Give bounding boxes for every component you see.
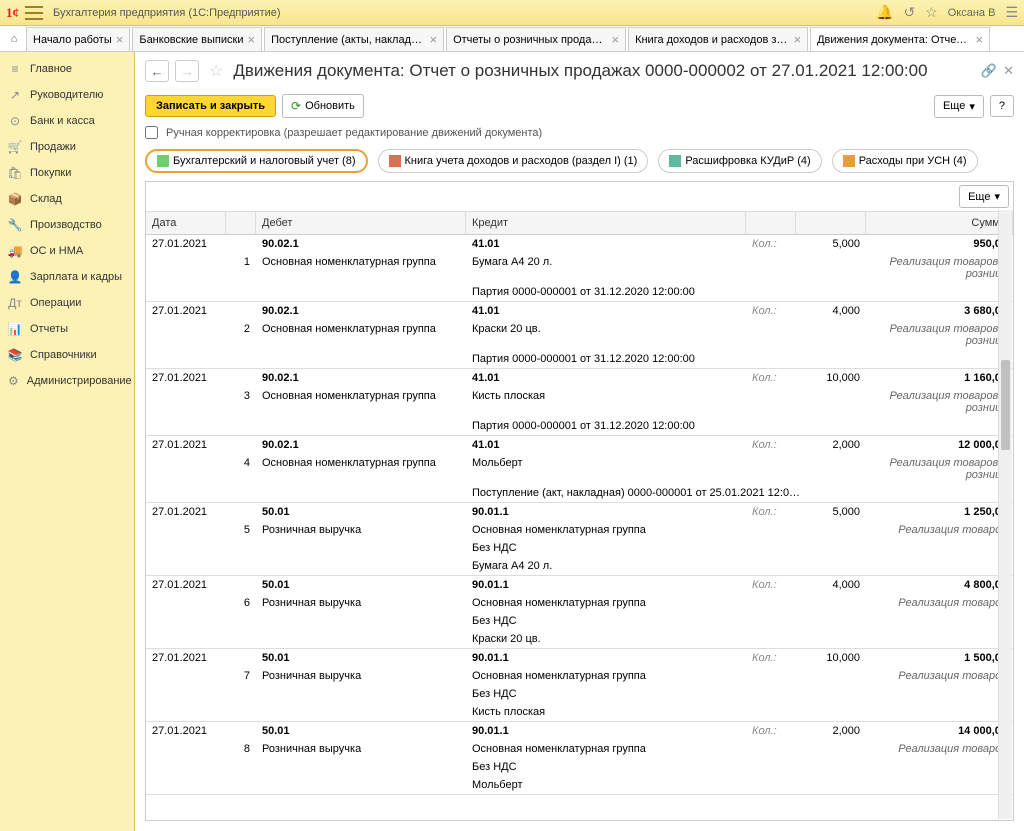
link-icon[interactable]: 🔗 (981, 63, 997, 79)
sidebar-item[interactable]: 👤Зарплата и кадры (0, 264, 134, 290)
sidebar-item[interactable]: 📦Склад (0, 186, 134, 212)
sidebar-item[interactable]: 📚Справочники (0, 342, 134, 368)
subtab[interactable]: Бухгалтерский и налоговый учет (8) (145, 149, 368, 173)
manual-edit-checkbox[interactable] (145, 126, 158, 139)
page-title: Движения документа: Отчет о розничных пр… (233, 61, 927, 81)
nav-icon: 🛍 (8, 166, 22, 180)
subtab-icon (669, 155, 681, 167)
content-area: ← → ☆ Движения документа: Отчет о рознич… (135, 52, 1024, 831)
nav-icon: 📦 (8, 192, 22, 206)
logo-1c: 1¢ (6, 5, 19, 21)
table-row[interactable]: 27.01.2021 50.01 90.01.1 Кол.: 5,000 1 2… (146, 503, 1013, 576)
more-button[interactable]: Еще ▾ (934, 95, 984, 118)
nav-icon: 🛒 (8, 140, 22, 154)
subtab[interactable]: Расшифровка КУДиР (4) (658, 149, 821, 173)
tab-close-icon[interactable]: × (975, 32, 983, 47)
sidebar-item[interactable]: 🛒Продажи (0, 134, 134, 160)
nav-icon: 🔧 (8, 218, 22, 232)
sidebar-item[interactable]: 🛍Покупки (0, 160, 134, 186)
bell-icon[interactable]: 🔔 (876, 4, 893, 21)
sidebar-item[interactable]: ≡Главное (0, 56, 134, 82)
subtab-icon (843, 155, 855, 167)
doc-tab[interactable]: Начало работы× (26, 27, 130, 51)
scroll-thumb[interactable] (1001, 360, 1010, 450)
nav-icon: 📚 (8, 348, 22, 362)
save-close-button[interactable]: Записать и закрыть (145, 95, 276, 117)
tab-close-icon[interactable]: × (611, 32, 619, 47)
doc-tab[interactable]: Отчеты о розничных продажах× (446, 27, 626, 51)
tab-strip: ⌂ Начало работы×Банковские выписки×Посту… (0, 26, 1024, 52)
history-icon[interactable]: ↺ (903, 4, 915, 21)
grid-header: Дата Дебет Кредит Сумма (146, 212, 1013, 235)
sidebar: ≡Главное↗Руководителю⊙Банк и касса🛒Прода… (0, 52, 135, 831)
subtab[interactable]: Книга учета доходов и расходов (раздел I… (378, 149, 649, 173)
home-tab-icon[interactable]: ⌂ (2, 27, 26, 51)
sidebar-item[interactable]: ⊙Банк и касса (0, 108, 134, 134)
nav-icon: Дт (8, 296, 22, 310)
sidebar-item[interactable]: 🔧Производство (0, 212, 134, 238)
refresh-button[interactable]: ⟳Обновить (282, 94, 364, 118)
forward-button[interactable]: → (175, 60, 199, 82)
nav-icon: ⚙ (8, 374, 19, 388)
close-icon[interactable]: ✕ (1003, 63, 1014, 79)
table-container: Еще ▾ Дата Дебет Кредит Сумма 27.01.2021… (145, 181, 1014, 821)
subtabs: Бухгалтерский и налоговый учет (8) Книга … (135, 147, 1024, 181)
sidebar-item[interactable]: ДтОперации (0, 290, 134, 316)
table-row[interactable]: 27.01.2021 90.02.1 41.01 Кол.: 5,000 950… (146, 235, 1013, 302)
table-more-button[interactable]: Еще ▾ (959, 185, 1009, 208)
sidebar-item[interactable]: ↗Руководителю (0, 82, 134, 108)
nav-icon: 📊 (8, 322, 22, 336)
subtab-icon (389, 155, 401, 167)
manual-edit-label: Ручная корректировка (разрешает редактир… (166, 127, 542, 139)
table-row[interactable]: 27.01.2021 50.01 90.01.1 Кол.: 10,000 1 … (146, 649, 1013, 722)
doc-tab[interactable]: Книга доходов и расходов за 1 квартал…× (628, 27, 808, 51)
user-name[interactable]: Оксана В (948, 7, 996, 19)
subtab[interactable]: Расходы при УСН (4) (832, 149, 978, 173)
refresh-icon: ⟳ (291, 99, 301, 113)
favorite-star-icon[interactable]: ☆ (209, 61, 223, 81)
sidebar-toggle-icon[interactable]: ☰ (1005, 4, 1018, 21)
nav-icon: ≡ (8, 62, 22, 76)
tab-close-icon[interactable]: × (793, 32, 801, 47)
nav-icon: ⊙ (8, 114, 22, 128)
tab-close-icon[interactable]: × (116, 32, 124, 47)
scrollbar[interactable] (998, 210, 1012, 819)
help-button[interactable]: ? (990, 95, 1014, 117)
sidebar-item[interactable]: ⚙Администрирование (0, 368, 134, 394)
nav-icon: ↗ (8, 88, 22, 102)
titlebar: 1¢ Бухгалтерия предприятия (1С:Предприят… (0, 0, 1024, 26)
app-title: Бухгалтерия предприятия (1С:Предприятие) (53, 7, 281, 19)
tab-close-icon[interactable]: × (429, 32, 437, 47)
doc-tab[interactable]: Движения документа: Отчет о розничн…× (810, 27, 990, 51)
grid[interactable]: Дата Дебет Кредит Сумма 27.01.2021 90.02… (146, 212, 1013, 820)
table-row[interactable]: 27.01.2021 90.02.1 41.01 Кол.: 2,000 12 … (146, 436, 1013, 503)
sidebar-item[interactable]: 🚚ОС и НМА (0, 238, 134, 264)
tab-close-icon[interactable]: × (247, 32, 255, 47)
table-row[interactable]: 27.01.2021 50.01 90.01.1 Кол.: 4,000 4 8… (146, 576, 1013, 649)
subtab-icon (157, 155, 169, 167)
table-row[interactable]: 27.01.2021 90.02.1 41.01 Кол.: 10,000 1 … (146, 369, 1013, 436)
nav-icon: 👤 (8, 270, 22, 284)
doc-tab[interactable]: Банковские выписки× (132, 27, 262, 51)
table-row[interactable]: 27.01.2021 50.01 90.01.1 Кол.: 2,000 14 … (146, 722, 1013, 795)
nav-icon: 🚚 (8, 244, 22, 258)
doc-tab[interactable]: Поступление (акты, накладные)× (264, 27, 444, 51)
back-button[interactable]: ← (145, 60, 169, 82)
sidebar-item[interactable]: 📊Отчеты (0, 316, 134, 342)
star-icon[interactable]: ☆ (925, 4, 938, 21)
table-row[interactable]: 27.01.2021 90.02.1 41.01 Кол.: 4,000 3 6… (146, 302, 1013, 369)
menu-icon[interactable] (25, 6, 43, 20)
